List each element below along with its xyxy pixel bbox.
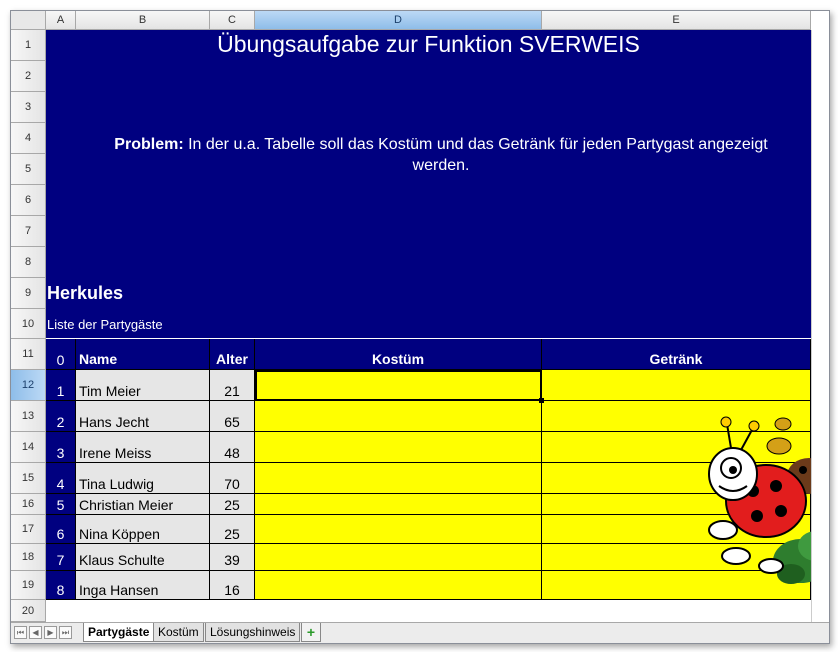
row-header-16[interactable]: 16 [11, 494, 46, 515]
guest-nr-cell[interactable]: 1 [46, 370, 76, 401]
row-header-10[interactable]: 10 [11, 309, 46, 339]
costume-cell-selected[interactable] [255, 370, 542, 401]
guest-nr-cell[interactable]: 8 [46, 571, 76, 600]
header-cell-drink[interactable]: Getränk [542, 339, 811, 370]
first-sheet-button[interactable]: ⏮ [14, 626, 27, 639]
guest-name-cell[interactable]: Tina Ludwig [76, 463, 210, 494]
costume-cell[interactable] [255, 432, 542, 463]
guest-name-cell[interactable]: Inga Hansen [76, 571, 210, 600]
problem-statement: Problem: In der u.a. Tabelle soll das Ko… [111, 134, 771, 176]
row-header-1[interactable]: 1 [11, 30, 46, 61]
row-header-19[interactable]: 19 [11, 571, 46, 600]
guest-age-cell[interactable]: 70 [210, 463, 255, 494]
fill-handle[interactable] [539, 398, 544, 403]
ladybug-clipart [708, 416, 829, 584]
costume-cell[interactable] [255, 515, 542, 544]
guest-age-cell[interactable]: 48 [210, 432, 255, 463]
guest-name-cell[interactable]: Tim Meier [76, 370, 210, 401]
column-header-c[interactable]: C [210, 11, 255, 30]
column-header-b[interactable]: B [76, 11, 210, 30]
guest-age-cell[interactable]: 25 [210, 515, 255, 544]
header-cell-age[interactable]: Alter [210, 339, 255, 370]
header-cell-nr[interactable]: 0 [46, 339, 76, 370]
drink-cell[interactable] [542, 370, 811, 401]
guest-name-cell[interactable]: Nina Köppen [76, 515, 210, 544]
spreadsheet-window: A B C D E 1 2 3 4 5 6 7 8 9 10 11 12 13 … [10, 10, 830, 644]
costume-cell[interactable] [255, 463, 542, 494]
row-header-20[interactable]: 20 [11, 600, 46, 622]
row-header-14[interactable]: 14 [11, 432, 46, 463]
guest-age-cell[interactable]: 65 [210, 401, 255, 432]
page-title: Übungsaufgabe zur Funktion SVERWEIS [217, 31, 640, 57]
add-sheet-icon[interactable]: + [301, 623, 321, 642]
guest-nr-cell[interactable]: 6 [46, 515, 76, 544]
problem-label: Problem: [114, 136, 184, 153]
costume-cell[interactable] [255, 494, 542, 515]
sheet-tab-loesungshinweis[interactable]: Lösungshinweis [205, 623, 301, 642]
last-sheet-button[interactable]: ⏭ [59, 626, 72, 639]
guest-nr-cell[interactable]: 4 [46, 463, 76, 494]
guest-nr-cell[interactable]: 3 [46, 432, 76, 463]
guest-nr-cell[interactable]: 2 [46, 401, 76, 432]
column-header-e[interactable]: E [542, 11, 811, 30]
row-header-15[interactable]: 15 [11, 463, 46, 494]
header-cell-name[interactable]: Name [76, 339, 210, 370]
column-header-d[interactable]: D [255, 11, 542, 30]
header-cell-costume[interactable]: Kostüm [255, 339, 542, 370]
select-all-corner[interactable] [11, 11, 46, 30]
row-header-4[interactable]: 4 [11, 123, 46, 154]
guest-age-cell[interactable]: 21 [210, 370, 255, 401]
vertical-scrollbar[interactable] [811, 30, 829, 622]
empty-row-20[interactable] [46, 600, 811, 622]
row-header-17[interactable]: 17 [11, 515, 46, 544]
guest-nr-cell[interactable]: 7 [46, 544, 76, 571]
row-header-7[interactable]: 7 [11, 216, 46, 247]
row-header-8[interactable]: 8 [11, 247, 46, 278]
costume-cell[interactable] [255, 544, 542, 571]
row-header-18[interactable]: 18 [11, 544, 46, 571]
guest-name-cell[interactable]: Irene Meiss [76, 432, 210, 463]
row-header-13[interactable]: 13 [11, 401, 46, 432]
sheet-tab-bar: ⏮ ◀ ▶ ⏭ Partygäste Kostüm Lösungshinweis… [11, 622, 829, 643]
row-header-9[interactable]: 9 [11, 278, 46, 309]
header-block [46, 30, 811, 338]
guest-name-cell[interactable]: Christian Meier [76, 494, 210, 515]
costume-cell[interactable] [255, 401, 542, 432]
guest-age-cell[interactable]: 39 [210, 544, 255, 571]
costume-cell[interactable] [255, 571, 542, 600]
row-header-12[interactable]: 12 [11, 370, 46, 401]
row-header-6[interactable]: 6 [11, 185, 46, 216]
company-name: Herkules [47, 283, 124, 303]
guest-nr-cell[interactable]: 5 [46, 494, 76, 515]
guest-age-cell[interactable]: 16 [210, 571, 255, 600]
row-header-11[interactable]: 11 [11, 339, 46, 370]
guest-name-cell[interactable]: Hans Jecht [76, 401, 210, 432]
sheet-tab-partygaeste[interactable]: Partygäste [83, 623, 155, 642]
problem-text: In der u.a. Tabelle soll das Kostüm und … [183, 136, 768, 174]
row-header-3[interactable]: 3 [11, 92, 46, 123]
guest-name-cell[interactable]: Klaus Schulte [76, 544, 210, 571]
row-header-5[interactable]: 5 [11, 154, 46, 185]
row-header-2[interactable]: 2 [11, 61, 46, 92]
column-header-a[interactable]: A [46, 11, 76, 30]
list-title: Liste der Partygäste [47, 317, 163, 332]
next-sheet-button[interactable]: ▶ [44, 626, 57, 639]
sheet-tab-kostuem[interactable]: Kostüm [153, 623, 204, 642]
prev-sheet-button[interactable]: ◀ [29, 626, 42, 639]
guest-age-cell[interactable]: 25 [210, 494, 255, 515]
